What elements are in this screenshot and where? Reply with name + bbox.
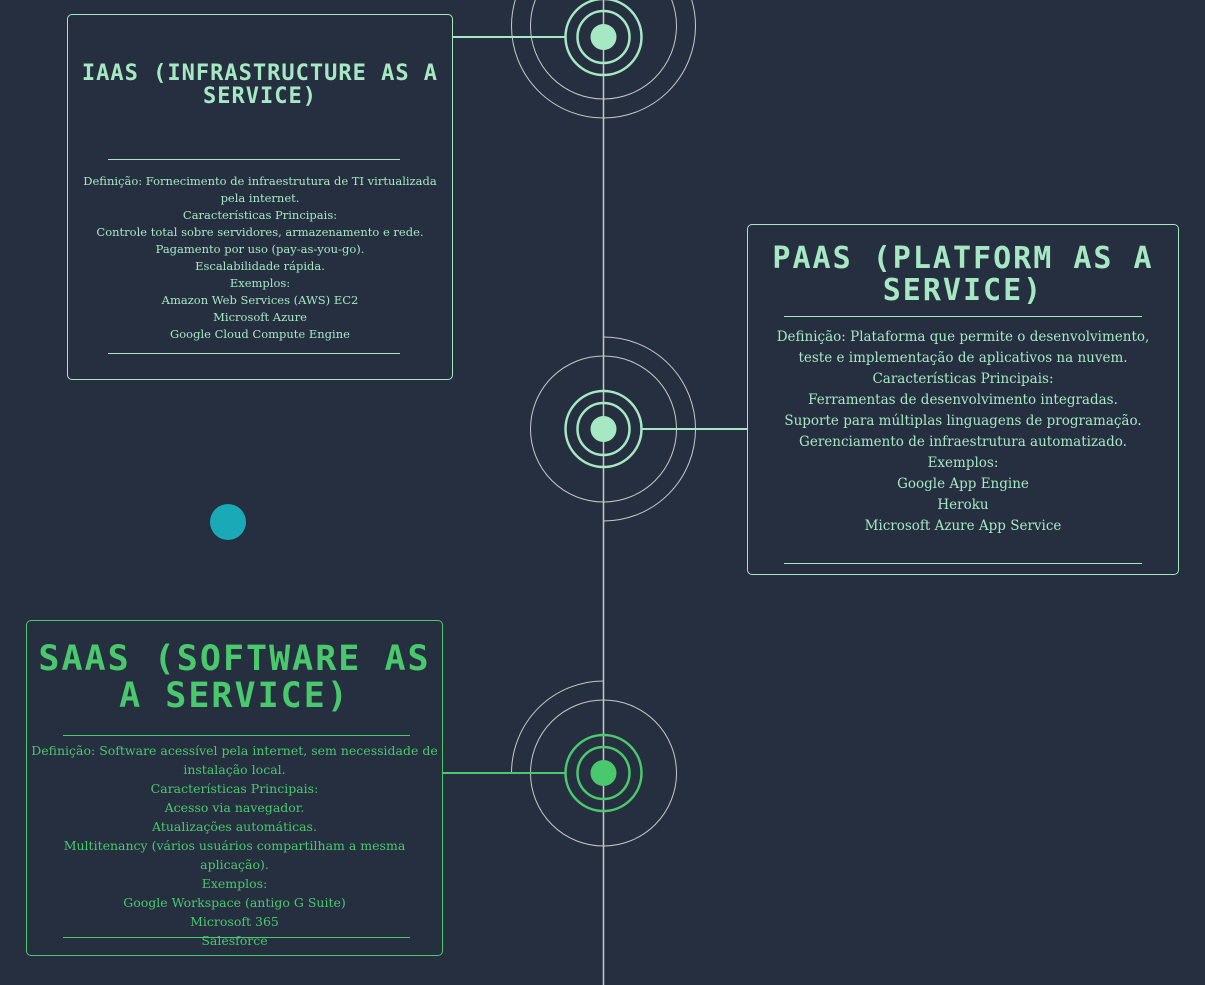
divider	[108, 159, 400, 160]
definition-text: Definição: Fornecimento de infraestrutur…	[83, 174, 437, 205]
section-heading: Exemplos:	[201, 876, 268, 891]
list-item: Multitenancy (vários usuários compartilh…	[63, 838, 406, 872]
section-heading: Características Principais:	[182, 208, 338, 222]
card-title: SaaS (Software as a Service)	[38, 639, 431, 716]
card-saas: SaaS (Software as a Service) Definição: …	[26, 620, 443, 956]
list-item: Suporte para múltiplas linguagens de pro…	[784, 413, 1142, 429]
list-item: Amazon Web Services (AWS) EC2	[161, 293, 359, 307]
section-heading: Características Principais:	[150, 781, 319, 796]
list-item: Microsoft Azure	[213, 310, 307, 324]
card-body: Definição: Software acessível pela inter…	[27, 741, 442, 950]
divider	[108, 353, 400, 354]
list-item: Controle total sobre servidores, armazen…	[96, 225, 424, 239]
list-item: Acesso via navegador.	[164, 800, 305, 815]
list-item: Ferramentas de desenvolvimento integrada…	[808, 392, 1118, 408]
card-title: PaaS (Platform as a Service)	[772, 241, 1154, 308]
list-item: Microsoft 365	[190, 914, 279, 929]
card-paas: PaaS (Platform as a Service) Definição: …	[747, 224, 1179, 575]
section-heading: Características Principais:	[872, 371, 1054, 387]
list-item: Microsoft Azure App Service	[864, 518, 1062, 534]
list-item: Escalabilidade rápida.	[195, 259, 325, 273]
card-iaas: IaaS (Infrastructure as a Service) Defin…	[67, 14, 453, 380]
list-item: Gerenciamento de infraestrutura automati…	[799, 434, 1127, 450]
list-item: Google Cloud Compute Engine	[170, 327, 350, 341]
timeline-node-paas	[530, 336, 776, 522]
card-title: IaaS (Infrastructure as a Service)	[81, 61, 439, 110]
list-item: Atualizações automáticas.	[152, 819, 317, 834]
card-body: Definição: Plataforma que permite o dese…	[748, 327, 1178, 537]
list-item: Google App Engine	[897, 476, 1029, 492]
divider	[784, 316, 1142, 317]
divider	[63, 937, 410, 938]
divider	[63, 735, 410, 736]
definition-text: Definição: Plataforma que permite o dese…	[776, 329, 1150, 366]
card-body: Definição: Fornecimento de infraestrutur…	[68, 173, 452, 343]
list-item: Heroku	[937, 497, 989, 513]
definition-text: Definição: Software acessível pela inter…	[31, 743, 438, 777]
decorative-dot	[210, 504, 246, 540]
section-heading: Exemplos:	[229, 276, 291, 290]
timeline-node-iaas	[418, 0, 696, 119]
list-item: Salesforce	[201, 933, 268, 948]
section-heading: Exemplos:	[927, 455, 999, 471]
divider	[784, 563, 1142, 564]
list-item: Pagamento por uso (pay-as-you-go).	[155, 242, 365, 256]
list-item: Google Workspace (antigo G Suite)	[123, 895, 346, 910]
timeline-node-saas	[407, 680, 677, 847]
